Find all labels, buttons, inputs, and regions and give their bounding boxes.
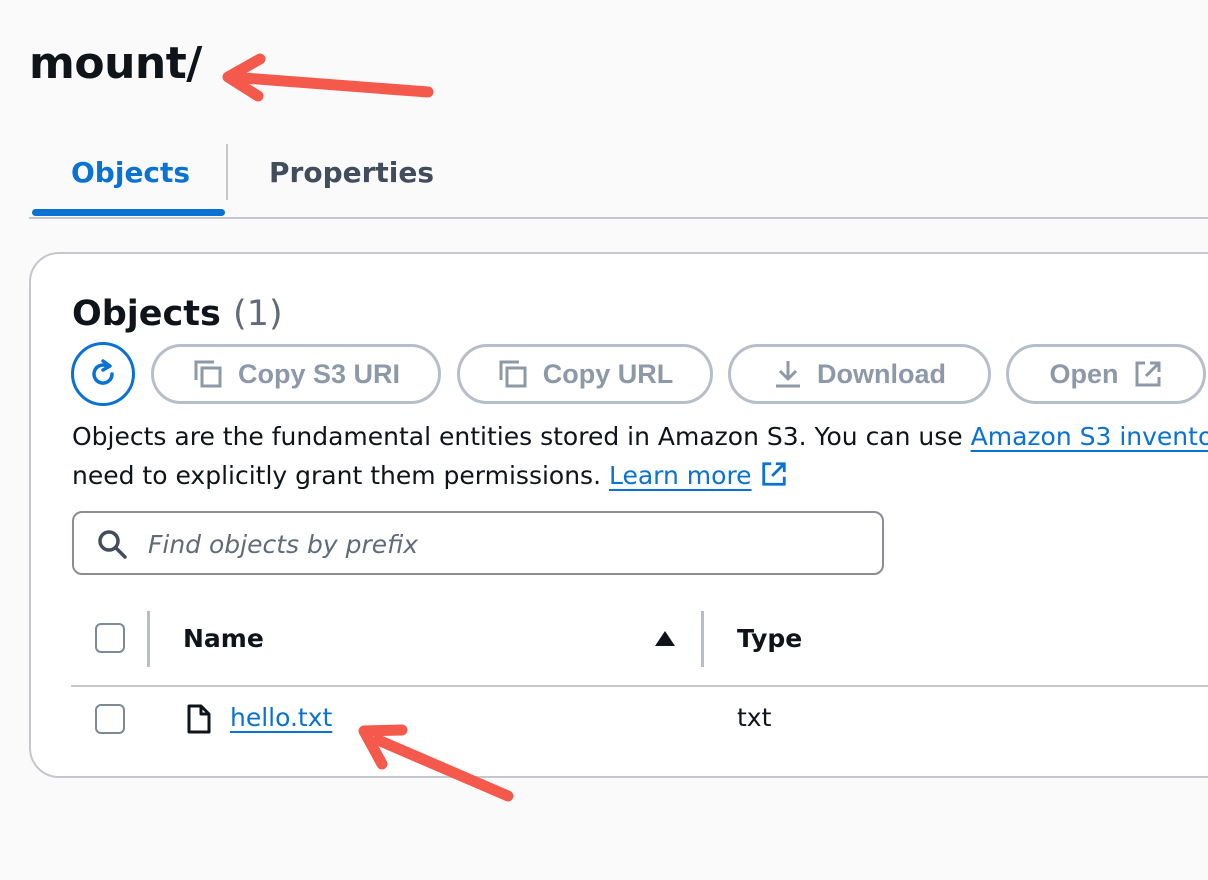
learn-more-link[interactable]: Learn more <box>609 461 752 490</box>
column-separator <box>147 611 150 667</box>
download-label: Download <box>817 358 946 389</box>
objects-heading-label: Objects <box>72 294 221 334</box>
external-link-icon <box>1135 361 1160 387</box>
file-icon <box>187 704 211 734</box>
inventory-link[interactable]: Amazon S3 inventory <box>971 422 1208 451</box>
page-title: mount/ <box>29 38 202 89</box>
tab-bar-divider <box>29 217 1208 219</box>
objects-heading: Objects (1) <box>72 292 283 336</box>
objects-description: Objects are the fundamental entities sto… <box>72 417 1208 495</box>
copy-url-label: Copy URL <box>542 358 674 389</box>
active-tab-indicator <box>32 209 225 216</box>
description-text-1: Objects are the fundamental entities sto… <box>72 422 971 451</box>
object-name-link[interactable]: hello.txt <box>230 700 332 736</box>
table-row: hello.txt txt <box>31 690 1208 752</box>
search-icon <box>98 530 127 559</box>
refresh-button[interactable] <box>71 342 135 406</box>
column-header-type[interactable]: Type <box>737 611 802 667</box>
open-label: Open <box>1049 358 1119 389</box>
objects-count: (1) <box>233 294 283 334</box>
objects-panel: Objects (1) Copy S3 URI Copy URL Downloa… <box>29 252 1208 778</box>
search-input[interactable] <box>146 521 870 567</box>
copy-s3-uri-button[interactable]: Copy S3 URI <box>151 344 441 404</box>
refresh-icon <box>92 359 114 385</box>
table-header: Name Type <box>31 611 1208 681</box>
copy-icon <box>194 360 222 388</box>
copy-icon <box>499 360 527 388</box>
tab-properties[interactable]: Properties <box>269 140 434 210</box>
description-text-2: need to explicitly grant them permission… <box>72 461 609 490</box>
copy-s3-uri-label: Copy S3 URI <box>237 358 401 389</box>
sort-ascending-icon[interactable] <box>653 629 677 649</box>
select-all-checkbox[interactable] <box>95 623 125 653</box>
tab-objects[interactable]: Objects <box>71 140 190 210</box>
column-separator[interactable] <box>701 611 704 667</box>
table-header-divider <box>71 685 1208 687</box>
search-box <box>72 511 884 575</box>
row-checkbox[interactable] <box>95 704 125 734</box>
external-link-icon[interactable] <box>760 460 788 488</box>
open-button[interactable]: Open <box>1006 344 1206 404</box>
download-icon <box>776 361 800 388</box>
column-header-name[interactable]: Name <box>183 611 264 667</box>
copy-url-button[interactable]: Copy URL <box>457 344 713 404</box>
tab-divider <box>226 144 228 200</box>
object-type: txt <box>737 703 772 732</box>
tab-bar: Objects Properties <box>29 140 1208 220</box>
download-button[interactable]: Download <box>728 344 991 404</box>
